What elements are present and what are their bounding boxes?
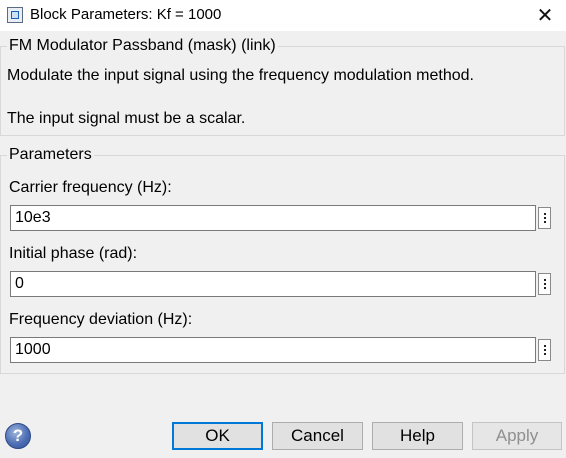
help-icon[interactable]: ? — [5, 423, 31, 449]
help-button[interactable]: Help — [372, 422, 463, 450]
initial-phase-label: Initial phase (rad): — [9, 245, 138, 262]
window-title: Block Parameters: Kf = 1000 — [30, 6, 222, 23]
frequency-deviation-input[interactable] — [10, 337, 536, 363]
mask-description: Modulate the input signal using the freq… — [7, 67, 474, 84]
initial-phase-input[interactable] — [10, 271, 536, 297]
cancel-button[interactable]: Cancel — [272, 422, 363, 450]
frequency-deviation-more-button[interactable] — [538, 339, 551, 361]
simulink-block-icon — [7, 7, 23, 23]
close-icon[interactable]: ✕ — [527, 0, 563, 30]
initial-phase-more-button[interactable] — [538, 273, 551, 295]
apply-button[interactable]: Apply — [472, 422, 562, 450]
mask-input-note: The input signal must be a scalar. — [7, 110, 246, 127]
ok-button[interactable]: OK — [172, 422, 263, 450]
carrier-frequency-input[interactable] — [10, 205, 536, 231]
carrier-frequency-more-button[interactable] — [538, 207, 551, 229]
carrier-frequency-label: Carrier frequency (Hz): — [9, 179, 172, 196]
mask-title: FM Modulator Passband (mask) (link) — [7, 37, 278, 55]
parameters-legend: Parameters — [7, 146, 94, 164]
frequency-deviation-label: Frequency deviation (Hz): — [9, 311, 193, 328]
title-bar: Block Parameters: Kf = 1000 ✕ — [0, 0, 566, 31]
